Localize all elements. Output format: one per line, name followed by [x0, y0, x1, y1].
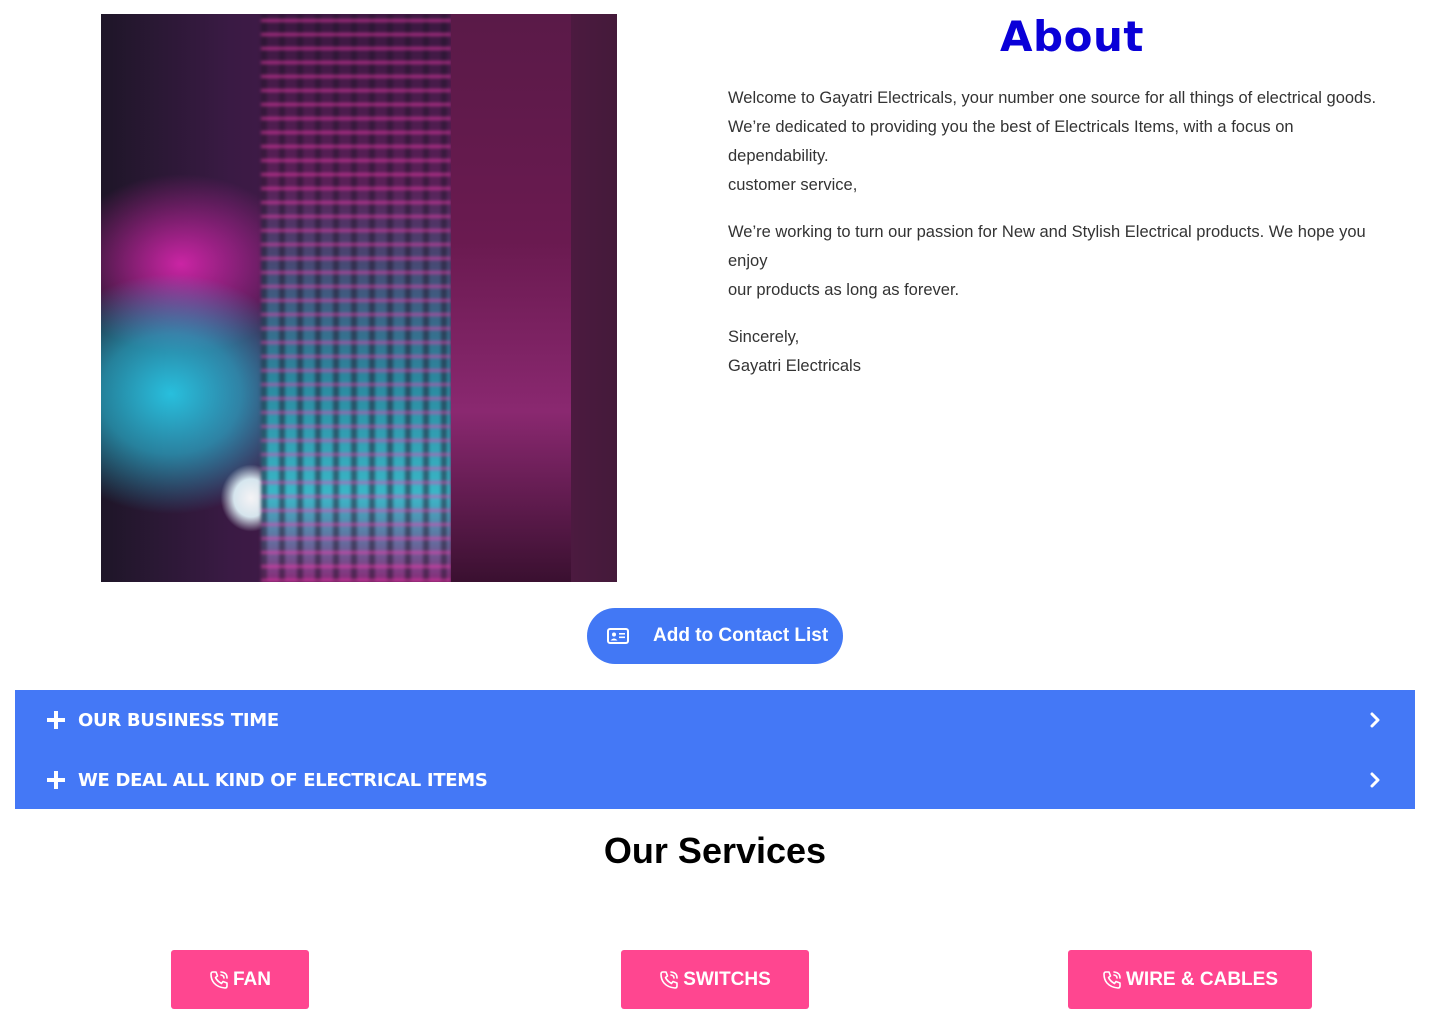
board-edge-graphic	[451, 14, 571, 582]
service-button-wire-cables[interactable]: WIRE & CABLES	[1068, 950, 1312, 1009]
service-label: SWITCHS	[683, 968, 771, 990]
contact-button-label: Add to Contact List	[653, 625, 829, 646]
info-accordion: OUR BUSINESS TIME WE DEAL ALL KIND OF EL…	[15, 690, 1415, 809]
service-label: WIRE & CABLES	[1126, 968, 1278, 990]
chevron-right-icon	[1370, 772, 1380, 788]
about-line: enjoy	[728, 252, 768, 270]
about-signature: Sincerely, Gayatri Electricals	[728, 323, 1428, 381]
phone-icon	[210, 970, 228, 989]
phone-icon	[1103, 970, 1121, 989]
about-line: Gayatri Electricals	[728, 357, 861, 375]
accordion-item-label: OUR BUSINESS TIME	[78, 709, 279, 731]
accordion-item-business-time[interactable]: OUR BUSINESS TIME	[15, 690, 1415, 750]
circuit-board-graphic	[261, 14, 451, 582]
services-title: Our Services	[603, 830, 827, 871]
plus-icon	[47, 711, 65, 729]
plus-icon	[47, 771, 65, 789]
service-label: FAN	[233, 968, 271, 990]
phone-icon	[660, 970, 678, 989]
about-line: We’re dedicated to providing you the bes…	[728, 118, 1294, 136]
about-paragraph: Welcome to Gayatri Electricals, your num…	[728, 84, 1428, 200]
add-to-contact-list-button[interactable]: Add to Contact List	[587, 608, 843, 664]
about-text: Welcome to Gayatri Electricals, your num…	[728, 84, 1428, 399]
contact-card-icon	[607, 628, 629, 644]
service-button-switchs[interactable]: SWITCHS	[621, 950, 809, 1009]
about-title: About	[1000, 12, 1144, 61]
accordion-item-electrical-items[interactable]: WE DEAL ALL KIND OF ELECTRICAL ITEMS	[15, 750, 1415, 810]
accordion-item-label: WE DEAL ALL KIND OF ELECTRICAL ITEMS	[78, 769, 488, 791]
about-image	[101, 14, 617, 582]
about-line: Welcome to Gayatri Electricals, your num…	[728, 89, 1377, 107]
chevron-right-icon	[1370, 712, 1380, 728]
about-line: We’re working to turn our passion for Ne…	[728, 223, 1366, 241]
service-button-fan[interactable]: FAN	[171, 950, 309, 1009]
about-line: Sincerely,	[728, 328, 800, 346]
about-line: customer service,	[728, 176, 858, 194]
about-paragraph: We’re working to turn our passion for Ne…	[728, 218, 1428, 305]
about-line: dependability.	[728, 147, 829, 165]
about-line: our products as long as forever.	[728, 281, 960, 299]
